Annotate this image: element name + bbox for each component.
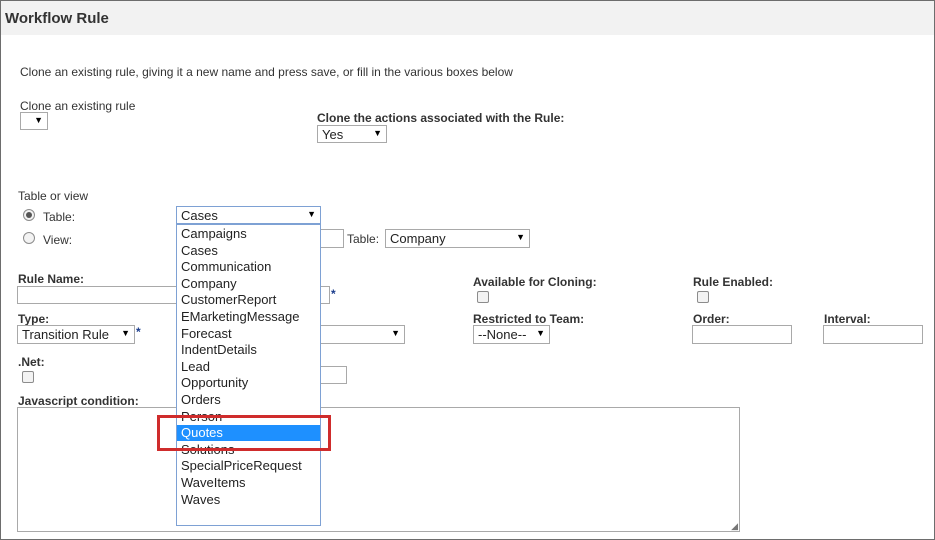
available-cloning-label: Available for Cloning: xyxy=(473,275,597,289)
javascript-condition-textarea[interactable]: ◢ xyxy=(17,407,740,532)
dropdown-option[interactable]: Campaigns xyxy=(177,226,320,242)
restricted-team-value: --None-- xyxy=(478,327,527,342)
order-input[interactable] xyxy=(692,325,792,344)
table-select[interactable]: Cases ▼ xyxy=(176,206,321,224)
page-title: Workflow Rule xyxy=(5,10,109,27)
secondary-select[interactable]: ▼ xyxy=(320,325,405,344)
title-bar: Workflow Rule xyxy=(1,1,934,35)
dropdown-option[interactable]: CustomerReport xyxy=(177,292,320,308)
dropdown-option[interactable]: Company xyxy=(177,276,320,292)
dropdown-option[interactable]: Orders xyxy=(177,392,320,408)
chevron-down-icon: ▼ xyxy=(536,328,545,338)
dropdown-option[interactable]: IndentDetails xyxy=(177,342,320,358)
dropdown-option[interactable]: Communication xyxy=(177,259,320,275)
table-radio[interactable] xyxy=(23,209,35,221)
table-radio-label: Table: xyxy=(43,210,76,224)
table-dropdown-list[interactable]: Campaigns Cases Communication Company Custom… xyxy=(176,224,321,526)
table-or-view-label: Table or view xyxy=(18,189,89,203)
net-label: .Net: xyxy=(18,355,45,369)
required-marker: * xyxy=(331,287,336,301)
table-select-value: Cases xyxy=(181,208,218,223)
chevron-down-icon: ▼ xyxy=(391,328,400,338)
type-select[interactable]: Transition Rule ▼ xyxy=(17,325,135,344)
view-radio[interactable] xyxy=(23,232,35,244)
type-select-value: Transition Rule xyxy=(22,327,109,342)
dropdown-option[interactable]: Forecast xyxy=(177,326,320,342)
chevron-down-icon: ▼ xyxy=(121,328,130,338)
highlight-annotation xyxy=(157,415,331,451)
dropdown-option[interactable]: WaveItems xyxy=(177,475,320,491)
resize-grip-icon[interactable]: ◢ xyxy=(731,522,738,531)
clone-actions-value: Yes xyxy=(322,127,344,142)
chevron-down-icon: ▼ xyxy=(34,115,43,125)
chevron-down-icon: ▼ xyxy=(516,232,525,242)
chevron-down-icon: ▼ xyxy=(307,209,316,219)
order-label: Order: xyxy=(693,312,730,326)
interval-label: Interval: xyxy=(824,312,871,326)
intro-text: Clone an existing rule, giving it a new … xyxy=(20,65,513,79)
dropdown-option[interactable]: Opportunity xyxy=(177,375,320,391)
view-table-label: Table: xyxy=(347,232,380,246)
dropdown-option[interactable]: SpecialPriceRequest xyxy=(177,458,320,474)
clone-actions-select[interactable]: Yes ▼ xyxy=(317,125,387,143)
clone-actions-label: Clone the actions associated with the Ru… xyxy=(317,111,565,125)
available-cloning-checkbox[interactable] xyxy=(477,291,489,303)
rule-enabled-label: Rule Enabled: xyxy=(693,275,774,289)
net-checkbox[interactable] xyxy=(22,371,34,383)
dropdown-option[interactable]: Cases xyxy=(177,243,320,259)
rule-enabled-checkbox[interactable] xyxy=(697,291,709,303)
dropdown-option[interactable]: Lead xyxy=(177,359,320,375)
dropdown-option[interactable]: EMarketingMessage xyxy=(177,309,320,325)
type-label: Type: xyxy=(18,312,50,326)
view-table-value: Company xyxy=(390,231,446,246)
required-marker: * xyxy=(136,325,141,339)
view-table-select[interactable]: Company ▼ xyxy=(385,229,530,248)
chevron-down-icon: ▼ xyxy=(373,128,382,138)
dropdown-option[interactable]: Waves xyxy=(177,492,320,508)
restricted-team-label: Restricted to Team: xyxy=(473,312,585,326)
clone-rule-select[interactable]: ▼ xyxy=(20,112,48,130)
view-radio-label: View: xyxy=(43,233,73,247)
rule-name-label: Rule Name: xyxy=(18,272,85,286)
restricted-team-select[interactable]: --None-- ▼ xyxy=(473,325,550,344)
view-name-input[interactable] xyxy=(320,229,344,248)
net-input[interactable] xyxy=(320,366,347,384)
clone-rule-label: Clone an existing rule xyxy=(20,99,136,113)
javascript-condition-label: Javascript condition: xyxy=(18,394,139,408)
interval-input[interactable] xyxy=(823,325,923,344)
